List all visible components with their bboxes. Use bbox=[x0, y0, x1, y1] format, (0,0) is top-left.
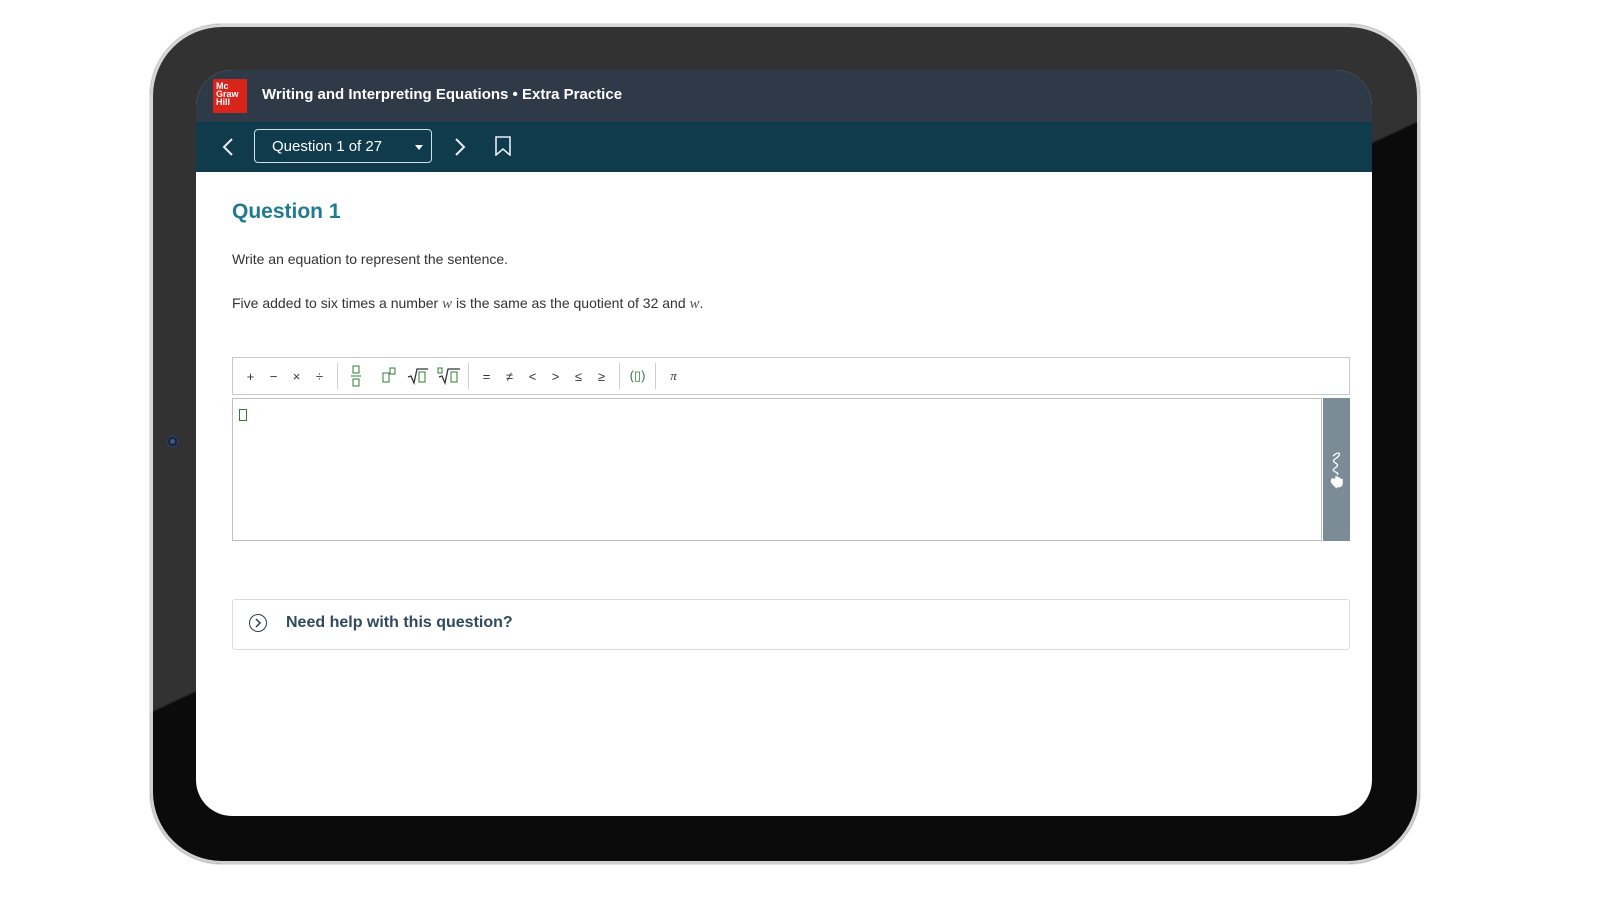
previous-question-button[interactable] bbox=[216, 134, 240, 160]
question-select[interactable]: Question 1 of 27 bbox=[254, 129, 432, 163]
help-panel[interactable]: Need help with this question? bbox=[232, 599, 1350, 650]
equation-input[interactable] bbox=[232, 398, 1322, 541]
equals-button[interactable]: = bbox=[475, 364, 498, 388]
exponent-button[interactable] bbox=[377, 364, 400, 388]
variable-w: w bbox=[689, 296, 700, 312]
camera-icon bbox=[166, 435, 179, 448]
next-question-button[interactable] bbox=[448, 134, 472, 160]
square-root-button[interactable] bbox=[406, 364, 430, 388]
question-navbar: Question 1 of 27 bbox=[196, 122, 1372, 172]
math-toolbar: + − × ÷ = ≠ < > ≤ ≥ (▯) π bbox=[232, 357, 1350, 395]
chevron-right-icon bbox=[455, 138, 466, 156]
handwriting-button[interactable] bbox=[1323, 398, 1350, 541]
less-than-button[interactable]: < bbox=[521, 364, 544, 388]
chevron-right-circle-icon bbox=[249, 614, 267, 632]
bookmark-icon bbox=[495, 136, 511, 157]
divide-button[interactable]: ÷ bbox=[308, 364, 331, 388]
app-screen: Mc Graw Hill Writing and Interpreting Eq… bbox=[196, 70, 1372, 816]
pi-button[interactable]: π bbox=[662, 364, 685, 388]
bookmark-button[interactable] bbox=[495, 136, 511, 157]
minus-button[interactable]: − bbox=[262, 364, 285, 388]
toolbar-divider bbox=[619, 363, 620, 389]
toolbar-divider bbox=[468, 363, 469, 389]
chevron-left-icon bbox=[222, 138, 233, 156]
question-prompt: Write an equation to represent the sente… bbox=[232, 251, 509, 267]
fraction-icon bbox=[350, 365, 361, 387]
greater-than-button[interactable]: > bbox=[544, 364, 567, 388]
sentence-text: Five added to six times a number bbox=[232, 295, 443, 311]
app-title: Writing and Interpreting Equations • Ext… bbox=[262, 86, 623, 103]
exponent-icon bbox=[382, 367, 395, 383]
nth-root-icon bbox=[437, 367, 460, 385]
variable-w: w bbox=[442, 296, 453, 312]
nth-root-button[interactable] bbox=[436, 364, 462, 388]
toolbar-divider bbox=[337, 363, 338, 389]
not-equal-button[interactable]: ≠ bbox=[498, 364, 521, 388]
handwriting-icon bbox=[1330, 451, 1343, 489]
question-heading: Question 1 bbox=[232, 200, 341, 223]
question-select-label: Question 1 of 27 bbox=[272, 137, 383, 155]
sentence-text: is the same as the quotient of 32 and bbox=[452, 295, 690, 311]
app-header: Mc Graw Hill Writing and Interpreting Eq… bbox=[196, 70, 1372, 122]
question-sentence: Five added to six times a number w is th… bbox=[232, 295, 703, 313]
less-equal-button[interactable]: ≤ bbox=[567, 364, 590, 388]
mcgraw-hill-logo: Mc Graw Hill bbox=[213, 79, 247, 113]
fraction-button[interactable] bbox=[344, 364, 367, 388]
sentence-text: . bbox=[699, 295, 704, 311]
square-root-icon bbox=[407, 368, 428, 385]
greater-equal-button[interactable]: ≥ bbox=[590, 364, 613, 388]
toolbar-divider bbox=[655, 363, 656, 389]
help-label: Need help with this question? bbox=[286, 614, 513, 631]
parentheses-button[interactable]: (▯) bbox=[626, 364, 649, 388]
math-editor: + − × ÷ = ≠ < > ≤ ≥ (▯) π bbox=[232, 357, 1350, 541]
caret-down-icon bbox=[415, 145, 423, 150]
times-button[interactable]: × bbox=[285, 364, 308, 388]
input-placeholder-box bbox=[239, 409, 247, 421]
plus-button[interactable]: + bbox=[239, 364, 262, 388]
logo-line: Hill bbox=[216, 97, 231, 107]
